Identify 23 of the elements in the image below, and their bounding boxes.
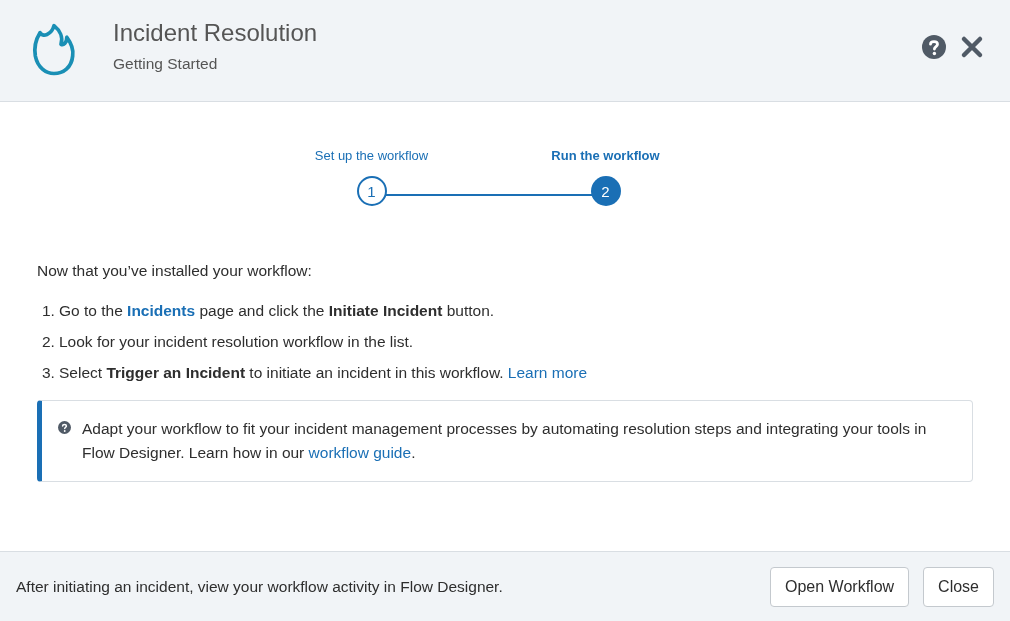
info-text: Adapt your workflow to fit your incident management processes by automating resolution steps and integrating your tools in Flow Designer. Learn how in our workflow guide.	[82, 419, 928, 463]
instruction-text: Select Trigger an Incident to initiate an incident in this workflow. Learn more	[59, 364, 588, 382]
step-number: 1.	[42, 302, 56, 320]
instruction-text: Look for your incident resolution workflow in the list.	[59, 333, 414, 351]
step-number: 2.	[42, 333, 56, 351]
footer-button[interactable]: Close	[923, 566, 994, 607]
footer-button[interactable]: Open Workflow	[770, 566, 910, 607]
help-icon	[58, 421, 71, 434]
link[interactable]: Learn more	[507, 364, 588, 381]
help-icon[interactable]	[922, 34, 946, 59]
step-label: Set up the workflow	[314, 148, 429, 163]
close-icon[interactable]	[960, 34, 984, 59]
footer-text: After initiating an incident, view your workflow activity in Flow Designer.	[16, 577, 504, 596]
dialog-title: Incident Resolution	[113, 18, 319, 47]
step-label: Run the workflow	[551, 148, 660, 163]
instruction-text: Go to the Incidents page and click the Initiate Incident button.	[59, 302, 495, 320]
link[interactable]: Incidents	[127, 302, 196, 319]
step-circle[interactable]: 1	[356, 176, 387, 206]
intro-text: Now that you’ve installed your workflow:	[37, 262, 313, 280]
dialog-subtitle: Getting Started	[113, 54, 219, 73]
step-circle[interactable]: 2	[590, 176, 621, 206]
step-number: 3.	[42, 364, 56, 382]
link[interactable]: workflow guide	[308, 444, 412, 461]
